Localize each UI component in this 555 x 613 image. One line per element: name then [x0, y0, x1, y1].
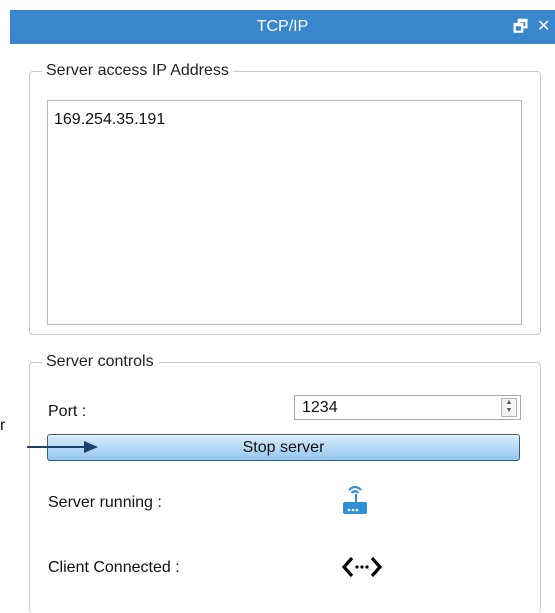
server-controls-group: Server controls Port : 1234 ▲ ▼ Stop serv… [29, 353, 541, 613]
port-spinbox[interactable]: 1234 ▲ ▼ [294, 395, 521, 420]
restore-icon[interactable]: 🗗 [513, 16, 528, 43]
tcpip-panel: Server access IP Address 169.254.35.191 … [10, 44, 555, 613]
server-access-legend: Server access IP Address [42, 62, 233, 80]
stop-server-button[interactable]: Stop server [47, 434, 520, 461]
ip-address-list[interactable]: 169.254.35.191 [47, 100, 522, 325]
close-icon[interactable]: ✕ [537, 16, 550, 36]
port-label: Port : [48, 403, 87, 420]
title-bar: TCP/IP 🗗 ✕ [10, 10, 555, 44]
port-value[interactable]: 1234 [302, 399, 338, 417]
ip-address-item[interactable]: 169.254.35.191 [54, 111, 165, 129]
annotation-arrow-icon [27, 441, 98, 453]
router-icon [343, 485, 367, 514]
window-title: TCP/IP [256, 18, 309, 35]
server-access-group: Server access IP Address 169.254.35.191 [29, 62, 541, 335]
server-running-label: Server running : [48, 494, 162, 511]
connection-arrows-icon [342, 556, 382, 578]
annotation-label-fragment: r [0, 417, 6, 434]
spin-arrows-icon[interactable]: ▲ ▼ [501, 398, 517, 417]
server-controls-legend: Server controls [42, 353, 158, 371]
client-connected-label: Client Connected : [48, 559, 180, 576]
